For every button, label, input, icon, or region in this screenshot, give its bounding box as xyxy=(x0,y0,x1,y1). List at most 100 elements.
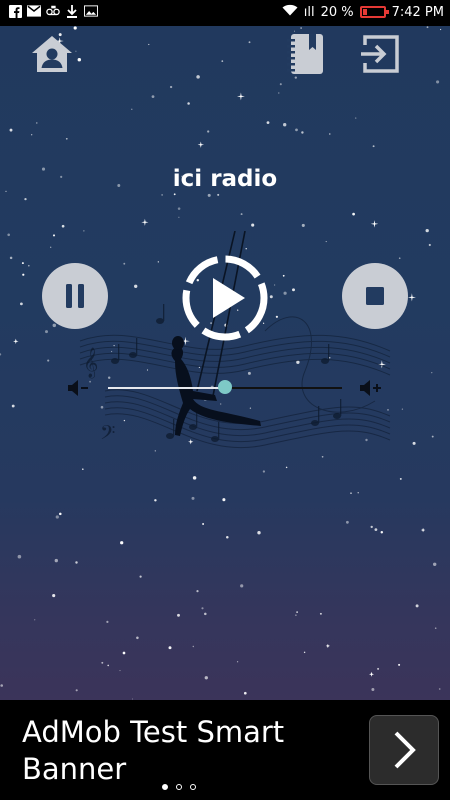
percent-sign: % xyxy=(341,4,354,20)
stop-button[interactable] xyxy=(342,263,408,329)
system-status: ıll 20 % 7:42 PM xyxy=(282,4,444,20)
signal-icon: ıll xyxy=(303,4,315,20)
star xyxy=(204,612,207,616)
stop-icon xyxy=(366,287,384,305)
star xyxy=(122,651,126,655)
star xyxy=(398,257,401,260)
exit-icon xyxy=(361,35,399,73)
voicemail-icon xyxy=(46,4,60,18)
sparkle-star xyxy=(407,293,416,302)
battery-percent: 20 % xyxy=(321,5,354,20)
battery-fill xyxy=(362,9,367,15)
home-button[interactable] xyxy=(30,34,74,74)
star xyxy=(75,561,78,564)
star xyxy=(52,594,56,598)
star xyxy=(177,613,180,617)
star xyxy=(243,691,247,695)
page-dot xyxy=(162,784,168,790)
star xyxy=(434,627,437,629)
star xyxy=(257,531,261,535)
star xyxy=(221,60,224,62)
volume-control xyxy=(60,373,395,403)
star xyxy=(222,498,226,502)
star xyxy=(151,95,155,98)
volume-up-icon xyxy=(360,380,381,396)
star xyxy=(226,536,229,539)
star xyxy=(398,663,401,666)
star xyxy=(20,302,23,306)
volume-down-icon xyxy=(68,380,88,396)
star xyxy=(173,193,176,196)
star xyxy=(295,128,298,132)
star xyxy=(131,108,133,110)
star xyxy=(426,26,429,29)
ad-text[interactable]: AdMob Test Smart Banner xyxy=(22,714,342,788)
star xyxy=(28,264,30,267)
star xyxy=(177,207,181,210)
star xyxy=(52,323,57,328)
star xyxy=(77,57,82,62)
sparkle-star xyxy=(13,338,19,345)
star xyxy=(377,667,380,670)
clock: 7:42 PM xyxy=(391,4,444,20)
play-button[interactable] xyxy=(179,252,271,344)
star xyxy=(350,492,352,494)
sparkle-star xyxy=(420,527,426,533)
star xyxy=(139,575,142,578)
star xyxy=(73,26,77,30)
star xyxy=(425,228,429,233)
battery-percent-value: 20 xyxy=(320,4,338,20)
star xyxy=(370,525,373,529)
star xyxy=(119,670,121,672)
facebook-icon xyxy=(8,4,22,18)
star xyxy=(438,688,441,690)
ad-banner[interactable]: AdMob Test Smart Banner xyxy=(0,700,450,800)
star xyxy=(283,123,287,127)
play-icon xyxy=(182,255,268,341)
sparkle-star xyxy=(325,643,330,649)
star xyxy=(279,83,282,86)
star xyxy=(45,330,48,334)
star xyxy=(439,28,442,31)
star xyxy=(399,477,402,480)
star xyxy=(300,27,302,29)
star xyxy=(432,562,437,567)
star xyxy=(61,224,65,228)
gmail-icon xyxy=(27,4,41,18)
star xyxy=(266,121,270,124)
star xyxy=(374,528,378,531)
volume-down-button[interactable] xyxy=(66,377,90,399)
star xyxy=(248,41,251,44)
ad-open-button[interactable] xyxy=(369,715,439,785)
star xyxy=(196,75,200,79)
pause-icon xyxy=(66,284,84,308)
star xyxy=(296,611,298,613)
image-icon xyxy=(84,4,98,18)
star xyxy=(431,435,434,438)
star xyxy=(11,404,15,408)
star xyxy=(0,684,4,687)
star xyxy=(50,246,52,248)
status-bar: ıll 20 % 7:42 PM xyxy=(0,0,450,26)
wifi-icon xyxy=(282,4,298,20)
page-dot xyxy=(190,784,196,790)
star xyxy=(354,117,357,119)
exit-button[interactable] xyxy=(356,32,402,76)
volume-slider-thumb[interactable] xyxy=(218,380,232,394)
star xyxy=(301,223,305,227)
volume-up-button[interactable] xyxy=(358,377,384,399)
star xyxy=(278,92,280,94)
star xyxy=(372,145,375,148)
star xyxy=(357,492,359,494)
star xyxy=(436,80,440,84)
star xyxy=(380,530,384,534)
star xyxy=(169,85,173,89)
notebook-button[interactable] xyxy=(284,32,328,76)
pause-button[interactable] xyxy=(42,263,108,329)
star xyxy=(120,541,124,545)
ad-page-indicator xyxy=(162,784,196,790)
star xyxy=(207,193,211,197)
station-title: ici radio xyxy=(172,166,278,192)
star xyxy=(329,133,331,135)
star xyxy=(154,499,157,502)
